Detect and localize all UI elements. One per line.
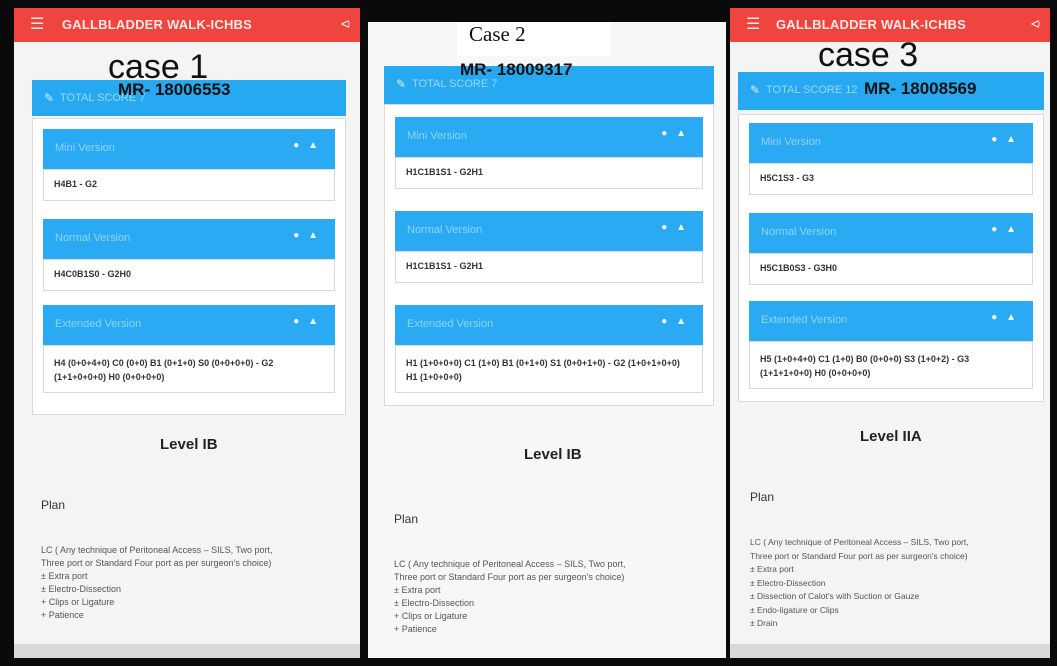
case-title: case 3 <box>818 36 919 74</box>
plan-text: LC ( Any technique of Peritoneal Access … <box>750 536 1046 631</box>
extended-version-value: H4 (0+0+4+0) C0 (0+0) B1 (0+1+0) S0 (0+0… <box>43 345 335 393</box>
extended-version-header[interactable]: Extended Version ● ▲ <box>749 301 1033 341</box>
plan-heading: Plan <box>394 512 419 526</box>
normal-version-value: H1C1B1S1 - G2H1 <box>395 251 703 283</box>
plan-line: + Patience <box>41 610 84 620</box>
mr-number: MR- 18008569 <box>864 79 977 98</box>
normal-version-header[interactable]: Normal Version ● ▲ <box>43 219 335 259</box>
dot-chevron-up-icon[interactable]: ● ▲ <box>991 224 1019 235</box>
dot-chevron-up-icon[interactable]: ● ▲ <box>661 128 689 139</box>
mini-version-header[interactable]: Mini Version ● ▲ <box>749 123 1033 163</box>
total-score-label: TOTAL SCORE 12 <box>766 84 858 96</box>
extended-version-label: Extended Version <box>407 318 494 330</box>
hamburger-menu-icon[interactable]: ☰ <box>746 17 760 33</box>
plan-text: LC ( Any technique of Peritoneal Access … <box>394 558 719 636</box>
extended-version-header[interactable]: Extended Version ● ▲ <box>43 305 335 345</box>
plan-heading: Plan <box>41 498 66 512</box>
share-icon[interactable]: ⪦ <box>341 15 350 33</box>
dot-chevron-up-icon[interactable]: ● ▲ <box>661 222 689 233</box>
mini-version-label: Mini Version <box>55 142 115 154</box>
dot-chevron-up-icon[interactable]: ● ▲ <box>293 230 321 241</box>
plan-line: ± Electro-Dissection <box>41 584 121 594</box>
normal-version-header[interactable]: Normal Version ● ▲ <box>749 213 1033 253</box>
plan-line: LC ( Any technique of Peritoneal Access … <box>394 559 626 569</box>
plan-line: LC ( Any technique of Peritoneal Access … <box>41 545 273 555</box>
mini-version-label: Mini Version <box>761 136 821 148</box>
score-card: Mini Version ● ▲ H1C1B1S1 - G2H1 Normal … <box>384 104 714 406</box>
normal-version-header[interactable]: Normal Version ● ▲ <box>395 211 703 251</box>
score-card: Mini Version ● ▲ H5C1S3 - G3 Normal Vers… <box>738 114 1044 402</box>
extended-version-value: H1 (1+0+0+0) C1 (1+0) B1 (0+1+0) S1 (0+0… <box>395 345 703 393</box>
plan-line: + Clips or Ligature <box>394 611 468 621</box>
phone-screen-case-1: ☰ GALLBLADDER WALK-ICHBS ⪦ case 1 ✎ TOTA… <box>14 8 360 658</box>
app-bar: ☰ GALLBLADDER WALK-ICHBS ⪦ <box>14 8 360 42</box>
dot-chevron-up-icon[interactable]: ● ▲ <box>991 134 1019 145</box>
plan-line: + Clips or Ligature <box>41 597 115 607</box>
case-title: Case 2 <box>457 22 611 56</box>
plan-line: ± Dissection of Calot's with Suction or … <box>750 591 920 601</box>
edit-icon: ✎ <box>750 83 761 97</box>
app-title: GALLBLADDER WALK-ICHBS <box>62 17 252 32</box>
normal-version-value: H4C0B1S0 - G2H0 <box>43 259 335 291</box>
plan-line: Three port or Standard Four port as per … <box>750 550 968 561</box>
case-title: case 1 <box>108 48 209 86</box>
normal-version-label: Normal Version <box>407 224 483 236</box>
system-navigation-bar <box>730 644 1050 658</box>
plan-line: Three port or Standard Four port as per … <box>41 558 272 568</box>
normal-version-label: Normal Version <box>55 232 131 244</box>
level-label: Level IB <box>160 436 218 453</box>
edit-icon: ✎ <box>44 91 55 105</box>
share-icon[interactable]: ⪦ <box>1031 15 1040 33</box>
dot-chevron-up-icon[interactable]: ● ▲ <box>661 316 689 327</box>
mini-version-label: Mini Version <box>407 130 467 142</box>
plan-line: Three port or Standard Four port as per … <box>394 572 625 582</box>
edit-icon: ✎ <box>396 77 407 91</box>
mini-version-value: H1C1B1S1 - G2H1 <box>395 157 703 189</box>
mr-number: MR- 18006553 <box>118 80 231 99</box>
plan-line: ± Extra port <box>41 571 88 581</box>
plan-line: LC ( Any technique of Peritoneal Access … <box>750 537 969 547</box>
dot-chevron-up-icon[interactable]: ● ▲ <box>991 312 1019 323</box>
plan-line: ± Electro-Dissection <box>394 598 474 608</box>
extended-version-value: H5 (1+0+4+0) C1 (1+0) B0 (0+0+0) S3 (1+0… <box>749 341 1033 389</box>
plan-line: ± Endo-ligature or Clips <box>750 604 839 615</box>
level-label: Level IIA <box>860 428 922 445</box>
mini-version-value: H5C1S3 - G3 <box>749 163 1033 195</box>
mr-number: MR- 18009317 <box>460 60 573 79</box>
extended-version-label: Extended Version <box>761 314 848 326</box>
normal-version-label: Normal Version <box>761 226 837 238</box>
plan-line: ± Extra port <box>394 585 441 595</box>
mini-version-value: H4B1 - G2 <box>43 169 335 201</box>
plan-line: + Patience <box>394 624 437 634</box>
mini-version-header[interactable]: Mini Version ● ▲ <box>43 129 335 169</box>
level-label: Level IB <box>524 446 582 463</box>
plan-heading: Plan <box>750 490 775 504</box>
extended-version-label: Extended Version <box>55 318 142 330</box>
normal-version-value: H5C1B0S3 - G3H0 <box>749 253 1033 285</box>
plan-line: ± Extra port <box>750 564 794 574</box>
plan-text: LC ( Any technique of Peritoneal Access … <box>41 544 351 622</box>
mini-version-header[interactable]: Mini Version ● ▲ <box>395 117 703 157</box>
hamburger-menu-icon[interactable]: ☰ <box>30 17 44 33</box>
plan-line: ± Drain <box>750 618 778 628</box>
phone-screen-case-2: Case 2 ✎ TOTAL SCORE 7 MR- 18009317 Mini… <box>368 22 726 658</box>
score-card: Mini Version ● ▲ H4B1 - G2 Normal Versio… <box>32 118 346 415</box>
system-navigation-bar <box>14 644 360 658</box>
app-title: GALLBLADDER WALK-ICHBS <box>776 17 966 32</box>
extended-version-header[interactable]: Extended Version ● ▲ <box>395 305 703 345</box>
dot-chevron-up-icon[interactable]: ● ▲ <box>293 316 321 327</box>
phone-screen-case-3: ☰ GALLBLADDER WALK-ICHBS ⪦ case 3 ✎ TOTA… <box>730 8 1050 658</box>
dot-chevron-up-icon[interactable]: ● ▲ <box>293 140 321 151</box>
plan-line: ± Electro-Dissection <box>750 577 826 588</box>
